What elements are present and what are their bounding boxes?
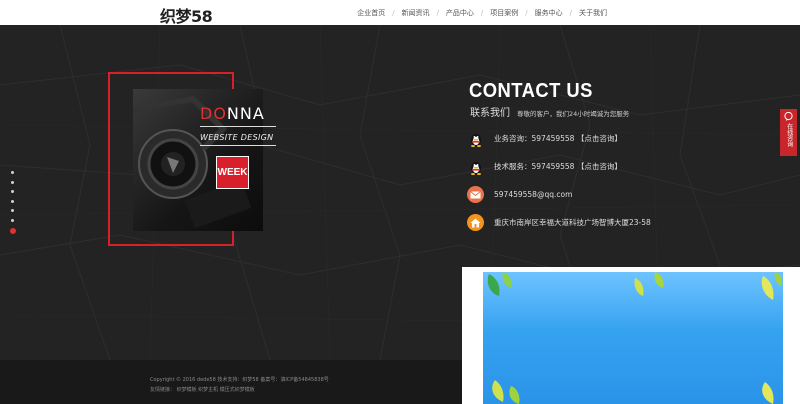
contact-tagline: 尊敬的客户，我们24小时竭诚为您服务	[517, 110, 630, 118]
contact-row-tech: 技术服务：597459558 【点击咨询】	[467, 158, 622, 175]
nav-item-cases[interactable]: 项目案例	[490, 8, 518, 18]
nav-item-products[interactable]: 产品中心	[446, 8, 474, 18]
contact-title: CONTACT US	[469, 80, 593, 102]
slide-dot[interactable]	[11, 199, 14, 203]
contact-business-text[interactable]: 业务咨询：597459558 【点击咨询】	[494, 133, 622, 144]
mail-icon	[467, 186, 484, 203]
nav-item-home[interactable]: 企业首页	[357, 8, 385, 18]
poster-rule	[200, 126, 276, 127]
poster-badge: WEEK	[216, 156, 249, 189]
footer-links[interactable]: 友情链接： 织梦模板 织梦主机 模压式织梦模板	[150, 386, 255, 393]
nav-item-service[interactable]: 服务中心	[535, 8, 563, 18]
poster-title-red: DO	[200, 104, 227, 123]
contact-row-email: 597459558@qq.com	[467, 186, 572, 203]
chat-bubble-icon	[784, 112, 793, 121]
slide-dot[interactable]	[11, 190, 14, 193]
slide-dot[interactable]	[11, 180, 14, 184]
nav-item-news[interactable]: 新闻资讯	[402, 8, 430, 18]
slide-dot[interactable]	[11, 171, 14, 174]
contact-subtitle: 联系我们	[470, 108, 510, 119]
slide-dot[interactable]	[11, 218, 14, 222]
online-consult-label: 在线咨询	[785, 123, 793, 147]
qq-penguin-icon	[467, 130, 484, 147]
contact-tech-text[interactable]: 技术服务：597459558 【点击咨询】	[494, 161, 622, 172]
nav-separator: /	[392, 9, 395, 17]
poster-subtitle: WEBSITE DESIGN	[200, 133, 274, 142]
nav-separator: /	[525, 9, 528, 17]
poster-title-white: NNA	[226, 104, 265, 123]
nav-item-about[interactable]: 关于我们	[579, 8, 607, 18]
slide-dots	[9, 171, 16, 241]
poster-title: DONNA	[200, 104, 265, 123]
nav-separator: /	[436, 9, 439, 17]
contact-email-text[interactable]: 597459558@qq.com	[494, 190, 572, 199]
leaf-decoration	[487, 272, 782, 404]
slide-dot-active[interactable]	[9, 228, 16, 234]
contact-address-text: 重庆市南岸区幸福大道科技广场智博大厦23-58	[494, 218, 651, 227]
top-header: 织梦58 企业首页 / 新闻资讯 / 产品中心 / 项目案例 / 服务中心 / …	[0, 0, 800, 27]
nav-separator: /	[480, 9, 484, 17]
contact-row-address: 重庆市南岸区幸福大道科技广场智博大厦23-58	[467, 214, 651, 231]
qq-penguin-icon	[467, 158, 484, 175]
floating-ad-banner[interactable]	[483, 272, 783, 404]
contact-row-business: 业务咨询：597459558 【点击咨询】	[467, 130, 622, 147]
online-consult-tab[interactable]: 在线咨询	[780, 109, 797, 156]
slide-dot[interactable]	[11, 209, 14, 212]
main-nav: 企业首页 / 新闻资讯 / 产品中心 / 项目案例 / 服务中心 / 关于我们	[357, 8, 607, 18]
footer-copyright: Copyright © 2016 dede58 技术支持：织梦58 备案号：滇I…	[150, 377, 329, 383]
poster-rule	[200, 145, 276, 146]
nav-separator: /	[569, 9, 572, 17]
home-icon	[467, 214, 484, 231]
site-logo[interactable]: 织梦58	[160, 3, 213, 27]
